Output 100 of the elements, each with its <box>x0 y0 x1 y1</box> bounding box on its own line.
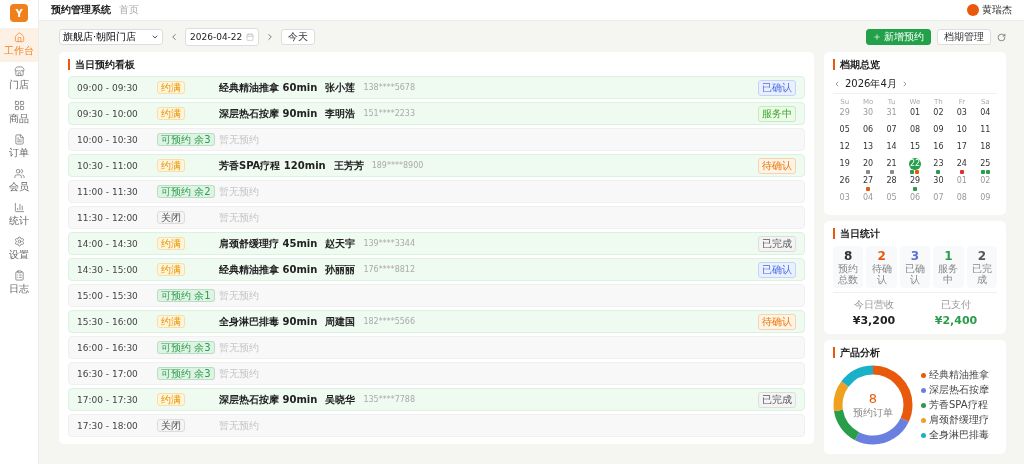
chevron-down-icon <box>151 33 159 41</box>
revenue-value: ¥3,200 <box>852 314 896 327</box>
calendar-title: 档期总览 <box>833 59 997 70</box>
availability-tag: 约满 <box>157 314 185 328</box>
calendar-day[interactable]: 21 <box>879 158 904 174</box>
user-name[interactable]: 黄瑞杰 <box>982 3 1012 17</box>
calendar-day[interactable]: 27 <box>856 175 880 191</box>
calendar-day[interactable]: 13 <box>856 141 880 157</box>
calendar-day[interactable]: 08 <box>903 124 927 140</box>
calendar-day[interactable]: 16 <box>926 141 951 157</box>
calendar-day[interactable]: 28 <box>879 175 904 191</box>
phone-number: 151****2233 <box>363 109 415 118</box>
app-logo: Y <box>10 4 28 22</box>
stat-label: 待确认 <box>871 263 892 285</box>
availability-tag: 约满 <box>157 158 185 172</box>
status-badge: 已完成 <box>758 235 796 252</box>
sidebar-item[interactable]: 会员 <box>0 164 38 198</box>
previous-day-button[interactable] <box>169 32 179 42</box>
total-orders-value: 8 <box>868 390 878 406</box>
calendar-day[interactable]: 26 <box>833 175 857 191</box>
phone-number: 138****5678 <box>363 83 415 92</box>
today-button[interactable]: 今天 <box>281 29 316 45</box>
legend-label: 芳香SPA疗程 <box>929 398 988 412</box>
sidebar-item[interactable]: 门店 <box>0 62 38 96</box>
clipboard-icon <box>13 270 25 281</box>
sidebar-item[interactable]: 统计 <box>0 198 38 232</box>
calendar-day[interactable]: 04 <box>973 107 997 123</box>
sidebar-item[interactable]: 设置 <box>0 232 38 266</box>
board-title: 当日预约看板 <box>68 59 805 70</box>
customer-name: 李明浩 <box>325 106 356 121</box>
phone-number: 189****8900 <box>371 161 424 170</box>
time-slot: 10:00 - 10:30 <box>77 134 149 145</box>
status-badge: 已完成 <box>758 391 796 408</box>
store-icon <box>13 66 25 77</box>
plus-icon <box>873 33 881 41</box>
service-name: 经典精油推拿 60min <box>219 262 318 277</box>
calendar-day[interactable]: 01 <box>903 107 927 123</box>
calendar-day[interactable]: 07 <box>879 124 904 140</box>
time-slot: 11:30 - 12:00 <box>77 212 149 223</box>
sidebar-item[interactable]: 日志 <box>0 266 38 300</box>
customer-name: 张小莲 <box>325 80 356 95</box>
calendar-day[interactable]: 15 <box>903 141 927 157</box>
total-orders-label: 预约订单 <box>853 405 893 420</box>
stat-label: 已确认 <box>905 263 925 285</box>
availability-tag: 关闭 <box>157 210 185 224</box>
stat-value: 3 <box>910 249 920 263</box>
phone-number: 139****3344 <box>363 239 415 248</box>
schedule-button[interactable]: 档期管理 <box>937 29 991 45</box>
availability-tag: 关闭 <box>157 418 185 432</box>
phone-number: 176****8812 <box>363 265 415 274</box>
calendar-day[interactable]: 06 <box>856 124 880 140</box>
time-slot: 17:30 - 18:00 <box>77 420 149 431</box>
sidebar-item[interactable]: 商品 <box>0 96 38 130</box>
calendar-day[interactable]: 23 <box>926 158 951 174</box>
availability-tag: 约满 <box>157 80 185 94</box>
calendar-day[interactable]: 02 <box>926 107 951 123</box>
calendar-day[interactable]: 19 <box>833 158 857 174</box>
calendar-day[interactable]: 30 <box>926 175 951 191</box>
legend-label: 全身淋巴排毒 <box>929 428 989 442</box>
calendar-day[interactable]: 18 <box>973 141 997 157</box>
refresh-button[interactable] <box>997 32 1006 42</box>
product-analysis-title: 产品分析 <box>833 347 997 358</box>
calendar-day[interactable]: 14 <box>879 141 904 157</box>
calendar-icon <box>246 33 255 41</box>
availability-tag: 可预约 余2 <box>157 184 215 198</box>
status-badge: 待确认 <box>758 313 796 330</box>
service-name: 深层热石按摩 90min <box>219 106 318 121</box>
previous-month-button[interactable] <box>833 80 841 88</box>
calendar-day[interactable]: 10 <box>950 124 974 140</box>
month-label: 2026年4月 <box>845 77 897 91</box>
status-badge: 已确认 <box>758 79 796 96</box>
availability-tag: 约满 <box>157 236 185 250</box>
store-select[interactable]: 旗舰店·朝阳门店 <box>59 29 163 45</box>
grid-icon <box>13 100 25 111</box>
availability-tag: 可预约 余3 <box>157 340 215 354</box>
time-slot: 16:30 - 17:00 <box>77 368 149 379</box>
service-name: 经典精油推拿 60min <box>219 80 318 95</box>
stat-value: 1 <box>944 249 953 263</box>
stat-label: 预约总数 <box>838 263 859 285</box>
legend-label: 深层热石按摩 <box>929 383 989 397</box>
calendar-day[interactable]: 29 <box>903 175 927 191</box>
revenue-label: 已支付 <box>941 298 971 312</box>
time-slot: 09:00 - 09:30 <box>77 82 149 93</box>
calendar-day[interactable]: 11 <box>973 124 997 140</box>
stat-label: 已完成 <box>971 263 992 285</box>
calendar-day[interactable]: 25 <box>973 158 997 174</box>
calendar-day[interactable]: 03 <box>950 107 974 123</box>
sidebar-item[interactable]: 订单 <box>0 130 38 164</box>
calendar-day[interactable]: 09 <box>926 124 951 140</box>
calendar-day[interactable]: 24 <box>950 158 974 174</box>
service-name: 芳香SPA疗程 120min <box>219 158 326 173</box>
calendar-day[interactable]: 17 <box>950 141 974 157</box>
status-badge: 服务中 <box>758 105 796 122</box>
service-name: 肩颈舒缓理疗 45min <box>219 236 318 251</box>
stat-label: 服务中 <box>938 263 959 285</box>
calendar-day[interactable]: 05 <box>833 124 857 140</box>
stat-value: 2 <box>977 249 986 263</box>
calendar-day[interactable]: 20 <box>856 158 880 174</box>
date-field[interactable]: 2026-04-22 <box>185 28 260 46</box>
calendar-day[interactable]: 12 <box>833 141 857 157</box>
